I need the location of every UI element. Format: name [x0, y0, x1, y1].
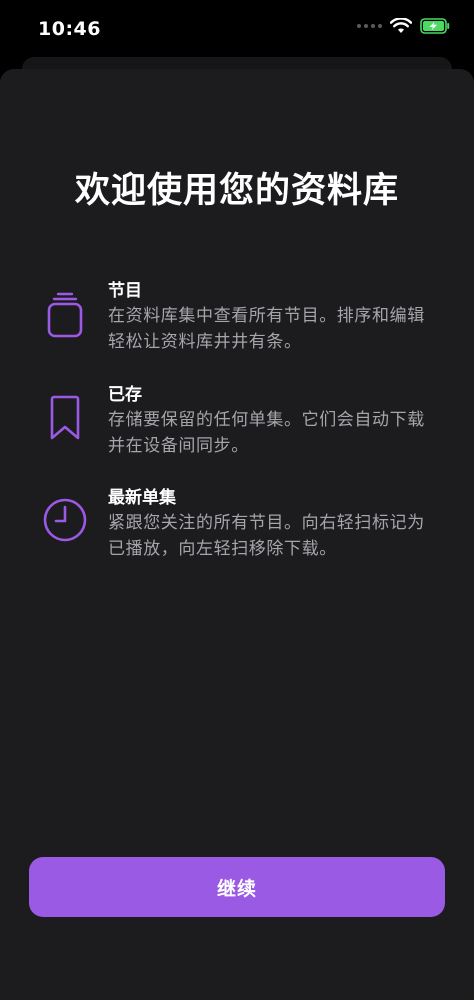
continue-button[interactable]: 继续: [29, 857, 445, 917]
library-stack-icon: [47, 292, 83, 338]
page-title: 欢迎使用您的资料库: [74, 171, 399, 211]
feature-text: 已存 存储要保留的任何单集。它们会自动下载并在设备间同步。: [108, 384, 438, 459]
feature-text: 节目 在资料库集中查看所有节目。排序和编辑轻松让资料库井井有条。: [108, 280, 438, 355]
feature-title: 最新单集: [108, 488, 176, 508]
wifi-icon: [390, 18, 412, 33]
feature-description: 紧跟您关注的所有节目。向右轻扫标记为已播放，向左轻扫移除下载。: [108, 513, 425, 559]
status-icons: [357, 18, 450, 34]
feature-description: 存储要保留的任何单集。它们会自动下载并在设备间同步。: [108, 410, 425, 456]
feature-text: 最新单集 紧跟您关注的所有节目。向右轻扫标记为已播放，向左轻扫移除下载。: [108, 487, 438, 562]
feature-title: 已存: [108, 385, 142, 405]
status-time: 10:46: [38, 18, 101, 40]
battery-charging-icon: [420, 18, 450, 34]
cellular-signal-icon: [357, 24, 382, 28]
screen: 10:46 欢迎使用您的资料库 节目 在资料库集中查看所有节目。排序和编辑轻松让…: [0, 0, 474, 1000]
bookmark-icon: [50, 395, 80, 440]
clock-icon: [43, 498, 87, 542]
feature-title: 节目: [108, 281, 142, 301]
feature-description: 在资料库集中查看所有节目。排序和编辑轻松让资料库井井有条。: [108, 306, 425, 352]
status-bar: 10:46: [0, 0, 474, 60]
